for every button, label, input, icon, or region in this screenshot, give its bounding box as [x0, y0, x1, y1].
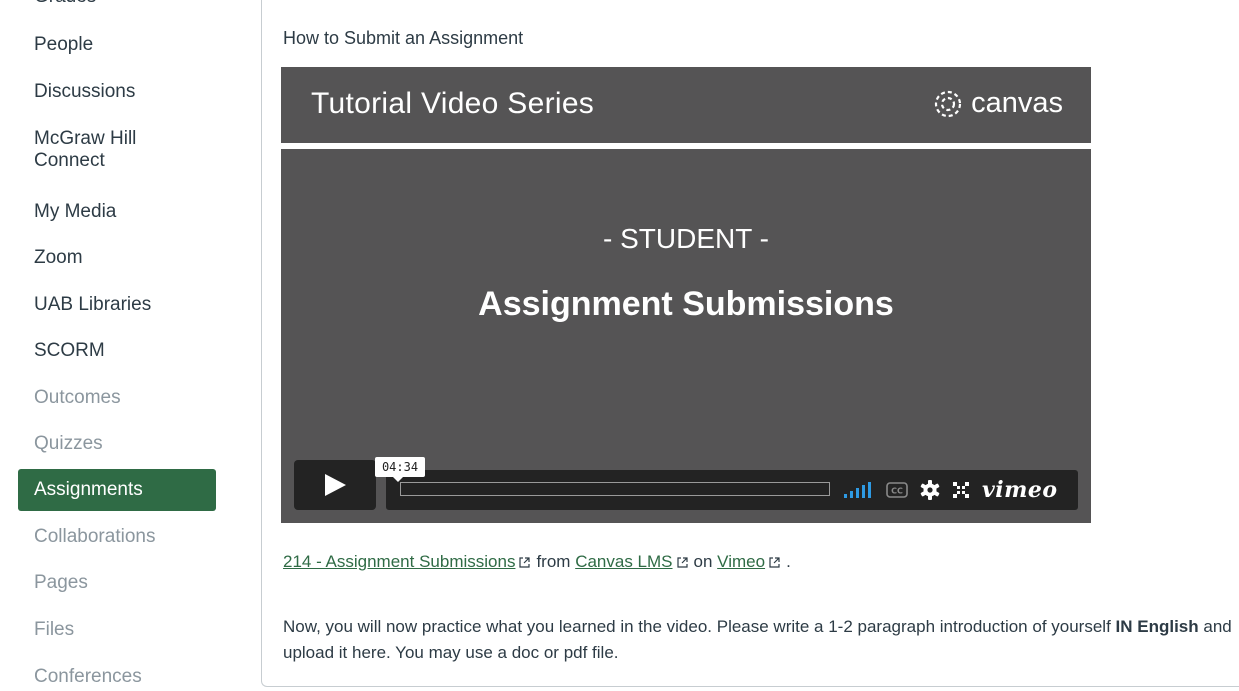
canvas-logo-icon: [935, 90, 962, 117]
video-duration-tooltip: 04:34: [375, 457, 425, 482]
channel-link[interactable]: Canvas LMS: [575, 552, 672, 571]
player-controls: CC vimeo: [844, 477, 1058, 503]
canvas-logo-text: canvas: [971, 87, 1063, 119]
sidebar-item-scorm[interactable]: SCORM: [18, 330, 216, 372]
vimeo-logo[interactable]: vimeo: [982, 477, 1058, 503]
video-title-link[interactable]: 214 - Assignment Submissions: [283, 552, 515, 571]
external-link-icon: [519, 557, 531, 568]
sidebar-item-outcomes[interactable]: Outcomes: [18, 377, 216, 419]
sidebar-item-label: Zoom: [34, 247, 83, 268]
sidebar-item-label: McGraw Hill Connect: [34, 128, 137, 171]
sidebar-item-conferences[interactable]: Conferences: [18, 656, 216, 691]
sidebar-item-label: UAB Libraries: [34, 294, 152, 315]
sidebar-item-mcgraw-hill-connect[interactable]: McGraw Hill Connect: [18, 118, 216, 182]
video-series-title: Tutorial Video Series: [311, 87, 595, 120]
sidebar-item-pages[interactable]: Pages: [18, 562, 216, 604]
external-link-icon: [676, 557, 688, 568]
video-progress-bar[interactable]: [400, 482, 830, 496]
sidebar-item-label: Quizzes: [34, 433, 103, 454]
sidebar-item-files[interactable]: Files: [18, 609, 216, 651]
course-navigation: Grades People Discussions McGraw Hill Conn…: [0, 0, 262, 691]
from-text: from: [536, 552, 571, 571]
sidebar-item-zoom[interactable]: Zoom: [18, 237, 216, 279]
page-title: How to Submit an Assignment: [283, 28, 524, 48]
sidebar-item-label: People: [34, 34, 94, 55]
closed-captions-icon[interactable]: CC: [886, 482, 908, 498]
instructions-emphasis: IN English: [1115, 617, 1199, 636]
video-main-title: Assignment Submissions: [478, 285, 894, 323]
volume-icon[interactable]: [844, 482, 874, 498]
sidebar-item-label: SCORM: [34, 340, 105, 361]
sidebar-item-discussions[interactable]: Discussions: [18, 71, 216, 113]
sidebar-item-label: Outcomes: [34, 387, 121, 408]
end-period: .: [786, 552, 791, 571]
canvas-logo: canvas: [933, 87, 1063, 120]
sidebar-item-label: Collaborations: [34, 526, 156, 547]
sidebar-item-label: Conferences: [34, 666, 142, 687]
play-button[interactable]: [294, 460, 376, 510]
sidebar-item-uab-libraries[interactable]: UAB Libraries: [18, 284, 216, 326]
sidebar-item-assignments[interactable]: Assignments: [18, 469, 216, 511]
video-audience-label: - STUDENT -: [603, 223, 769, 254]
assignment-content: How to Submit an Assignment Tutorial Vid…: [261, 0, 1239, 687]
fullscreen-icon[interactable]: [952, 481, 970, 499]
external-link-icon: [769, 557, 780, 568]
instructions-text-1: Now, you will now practice what you lear…: [283, 617, 1116, 636]
sidebar-item-label: Files: [34, 619, 75, 640]
play-icon: [325, 474, 346, 496]
sidebar-item-people[interactable]: People: [18, 24, 216, 66]
video-control-bar: CC vimeo: [386, 470, 1078, 510]
sidebar-item-label: My Media: [34, 201, 117, 222]
sidebar-item-collaborations[interactable]: Collaborations: [18, 516, 216, 558]
sidebar-item-label: Assignments: [34, 479, 143, 500]
sidebar-item-grades[interactable]: Grades: [34, 0, 96, 8]
video-header-banner: Tutorial Video Series canvas: [281, 67, 1091, 149]
sidebar-item-my-media[interactable]: My Media: [18, 191, 216, 233]
sidebar-item-label: Pages: [34, 572, 88, 593]
cc-label: CC: [891, 487, 903, 496]
sidebar-item-label: Discussions: [34, 81, 136, 102]
video-source-attribution: 214 - Assignment Submissions from Canvas …: [283, 552, 791, 572]
on-text: on: [693, 552, 713, 571]
vimeo-video-player[interactable]: Tutorial Video Series canvas - STUDENT -…: [281, 67, 1091, 523]
sidebar-item-quizzes[interactable]: Quizzes: [18, 423, 216, 465]
settings-gear-icon[interactable]: [920, 480, 940, 500]
vimeo-site-link[interactable]: Vimeo: [717, 552, 765, 571]
assignment-instructions: Now, you will now practice what you lear…: [283, 614, 1233, 666]
